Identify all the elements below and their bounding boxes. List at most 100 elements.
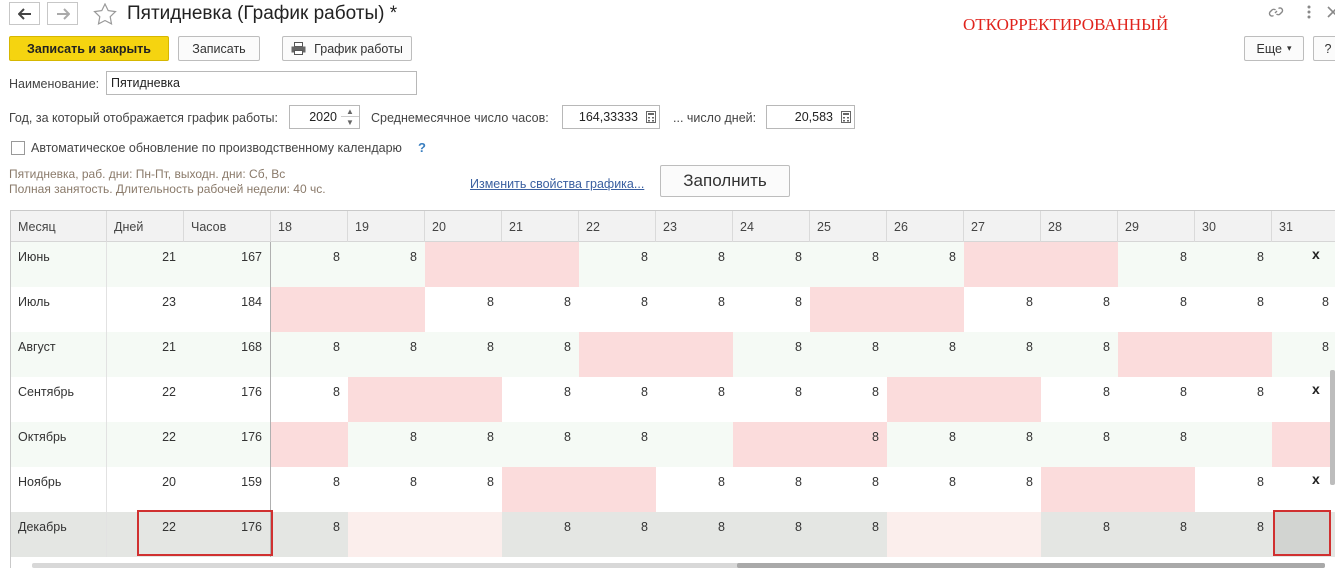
hours-cell[interactable]: 167 bbox=[184, 242, 271, 287]
day-cell[interactable]: 8 bbox=[887, 422, 964, 467]
day-cell[interactable]: 8 bbox=[1041, 422, 1118, 467]
day-cell[interactable]: 8 bbox=[1272, 332, 1335, 377]
stepper-up-icon[interactable]: ▲ bbox=[341, 106, 359, 117]
day-cell[interactable] bbox=[348, 512, 425, 557]
table-row[interactable]: Июнь 21 167 8 8 8 8 8 8 8 8 8 x bbox=[11, 242, 1335, 287]
save-button[interactable]: Записать bbox=[178, 36, 260, 61]
day-cell[interactable]: 8 bbox=[425, 422, 502, 467]
day-cell[interactable] bbox=[502, 467, 579, 512]
month-cell[interactable]: Август bbox=[11, 332, 107, 377]
day-cell[interactable] bbox=[887, 377, 964, 422]
table-row[interactable]: Сентябрь 22 176 8 8 8 8 8 8 8 8 8 x bbox=[11, 377, 1335, 422]
day-cell[interactable]: 8 bbox=[733, 512, 810, 557]
day-cell[interactable]: 8 bbox=[579, 422, 656, 467]
day-cell[interactable]: 8 bbox=[656, 512, 733, 557]
header-day[interactable]: 20 bbox=[425, 211, 502, 242]
hours-cell[interactable]: 176 bbox=[184, 422, 271, 467]
day-cell[interactable]: 8 bbox=[810, 377, 887, 422]
day-cell[interactable]: 8 bbox=[733, 467, 810, 512]
day-cell[interactable]: 8 bbox=[579, 287, 656, 332]
year-field[interactable]: 2020 bbox=[289, 105, 342, 129]
day-cell[interactable]: 8 bbox=[1272, 287, 1335, 332]
hours-cell[interactable]: 176 bbox=[184, 377, 271, 422]
hours-cell[interactable]: 159 bbox=[184, 467, 271, 512]
day-cell[interactable]: 8 bbox=[733, 242, 810, 287]
day-cell[interactable] bbox=[964, 512, 1041, 557]
day-cell[interactable]: 8 bbox=[1041, 512, 1118, 557]
day-cell[interactable]: 8 bbox=[810, 242, 887, 287]
header-day[interactable]: 30 bbox=[1195, 211, 1272, 242]
day-cell[interactable]: 8 bbox=[271, 332, 348, 377]
day-cell[interactable]: 8 bbox=[579, 377, 656, 422]
header-days[interactable]: Дней bbox=[107, 211, 184, 242]
day-cell[interactable]: 8 bbox=[810, 422, 887, 467]
days-cell[interactable]: 22 bbox=[107, 377, 184, 422]
day-cell[interactable] bbox=[348, 377, 425, 422]
day-cell[interactable]: 8 bbox=[656, 242, 733, 287]
day-cell[interactable]: 8 bbox=[964, 287, 1041, 332]
day-cell[interactable]: 8 bbox=[348, 332, 425, 377]
save-and-close-button[interactable]: Записать и закрыть bbox=[9, 36, 169, 61]
days-cell[interactable]: 22 bbox=[107, 422, 184, 467]
name-field[interactable]: Пятидневка bbox=[106, 71, 417, 95]
day-cell[interactable] bbox=[964, 377, 1041, 422]
day-cell[interactable]: 8 bbox=[1118, 512, 1195, 557]
day-cell[interactable]: 8 bbox=[425, 467, 502, 512]
day-cell[interactable]: 8 bbox=[1118, 287, 1195, 332]
day-cell[interactable]: 8 bbox=[733, 287, 810, 332]
day-cell[interactable]: 8 bbox=[1195, 287, 1272, 332]
day-cell[interactable]: 8 bbox=[964, 467, 1041, 512]
change-properties-link[interactable]: Изменить свойства графика... bbox=[470, 177, 644, 191]
day-cell[interactable]: 8 bbox=[810, 332, 887, 377]
star-icon[interactable] bbox=[93, 2, 117, 28]
forward-button[interactable] bbox=[47, 2, 78, 25]
day-cell[interactable] bbox=[1272, 242, 1335, 287]
day-cell[interactable] bbox=[425, 242, 502, 287]
close-icon[interactable] bbox=[1326, 4, 1335, 24]
day-cell[interactable] bbox=[1272, 422, 1335, 467]
day-cell[interactable]: 8 bbox=[579, 242, 656, 287]
table-row[interactable]: Август 21 168 8 8 8 8 8 8 8 8 8 8 bbox=[11, 332, 1335, 377]
day-cell[interactable] bbox=[656, 332, 733, 377]
cell-close-icon[interactable]: x bbox=[1312, 471, 1320, 487]
day-cell[interactable]: 8 bbox=[271, 242, 348, 287]
day-cell[interactable]: 8 bbox=[733, 377, 810, 422]
day-cell[interactable]: 8 bbox=[502, 332, 579, 377]
header-day[interactable]: 19 bbox=[348, 211, 425, 242]
day-cell[interactable]: 8 bbox=[1041, 332, 1118, 377]
day-cell[interactable]: 8 bbox=[502, 287, 579, 332]
header-day[interactable]: 22 bbox=[579, 211, 656, 242]
header-day[interactable]: 29 bbox=[1118, 211, 1195, 242]
day-cell[interactable] bbox=[579, 332, 656, 377]
day-cell[interactable] bbox=[656, 422, 733, 467]
menu-dots-icon[interactable] bbox=[1302, 4, 1316, 24]
header-day[interactable]: 24 bbox=[733, 211, 810, 242]
day-cell[interactable]: 8 bbox=[271, 377, 348, 422]
calculator-icon[interactable] bbox=[642, 105, 660, 129]
day-cell[interactable]: 8 bbox=[1118, 422, 1195, 467]
hours-cell[interactable]: 168 bbox=[184, 332, 271, 377]
month-cell[interactable]: Октябрь bbox=[11, 422, 107, 467]
day-cell[interactable] bbox=[271, 422, 348, 467]
day-cell[interactable]: 8 bbox=[887, 467, 964, 512]
more-button[interactable]: Еще ▾ bbox=[1244, 36, 1304, 61]
day-cell[interactable] bbox=[964, 242, 1041, 287]
day-cell[interactable] bbox=[425, 377, 502, 422]
cell-close-icon[interactable]: x bbox=[1312, 381, 1320, 397]
header-day[interactable]: 23 bbox=[656, 211, 733, 242]
day-cell[interactable]: 8 bbox=[1041, 287, 1118, 332]
back-button[interactable] bbox=[9, 2, 40, 25]
day-cell[interactable] bbox=[733, 422, 810, 467]
header-day[interactable]: 28 bbox=[1041, 211, 1118, 242]
day-cell[interactable]: 8 bbox=[348, 422, 425, 467]
header-day[interactable]: 25 bbox=[810, 211, 887, 242]
table-row[interactable]: Октябрь 22 176 8 8 8 8 8 8 8 8 8 bbox=[11, 422, 1335, 467]
day-cell[interactable]: 8 bbox=[810, 467, 887, 512]
day-cell[interactable]: 8 bbox=[271, 467, 348, 512]
day-cell[interactable] bbox=[887, 287, 964, 332]
day-cell[interactable] bbox=[1195, 422, 1272, 467]
day-cell[interactable]: 8 bbox=[733, 332, 810, 377]
day-cell[interactable]: 8 bbox=[810, 512, 887, 557]
day-cell[interactable]: 8 bbox=[1195, 512, 1272, 557]
header-day[interactable]: 18 bbox=[271, 211, 348, 242]
